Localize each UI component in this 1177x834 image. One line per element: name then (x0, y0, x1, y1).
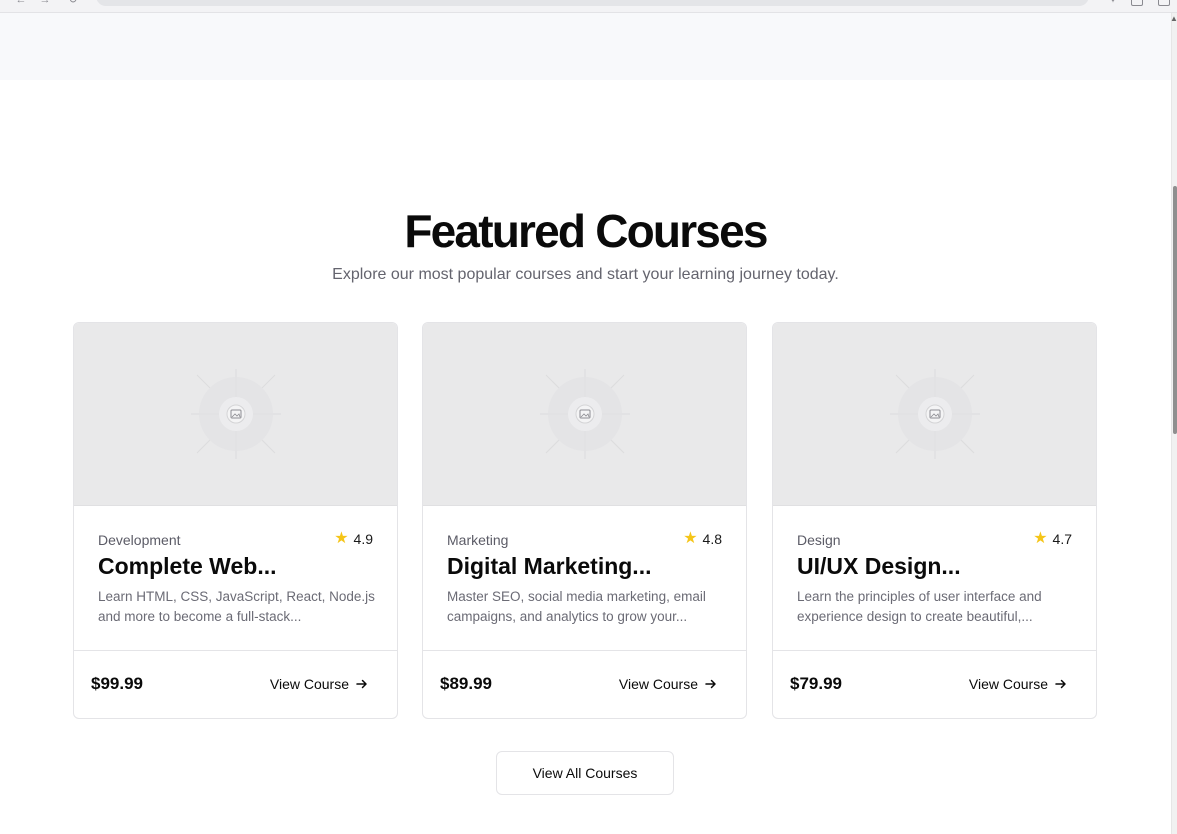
view-course-button[interactable]: View Course (270, 676, 369, 692)
previous-section-band (0, 13, 1171, 80)
course-description: Learn the principles of user interface a… (797, 589, 1042, 624)
course-thumbnail (773, 323, 1096, 506)
section-title: Featured Courses (404, 205, 768, 257)
reload-icon[interactable]: ↻ (66, 0, 80, 6)
view-course-button[interactable]: View Course (619, 676, 718, 692)
arrow-right-icon (705, 679, 716, 689)
view-course-label: View Course (269, 676, 349, 692)
scrollbar[interactable] (1171, 13, 1177, 834)
address-bar[interactable] (96, 0, 1089, 6)
course-thumbnail (74, 323, 397, 506)
course-price: $89.99 (440, 674, 492, 693)
arrow-right-icon (1055, 679, 1066, 689)
view-course-button[interactable]: View Course (969, 676, 1068, 692)
image-placeholder-icon (191, 369, 281, 459)
view-course-label: View Course (968, 676, 1048, 692)
card-divider (74, 650, 397, 651)
course-price: $99.99 (91, 674, 143, 693)
image-placeholder-icon (890, 369, 980, 459)
star-icon: ★ (334, 530, 349, 547)
course-title[interactable]: UI/UX Design... (797, 553, 1077, 580)
course-description: Master SEO, social media marketing, emai… (447, 589, 706, 624)
arrow-right-icon (356, 679, 367, 689)
star-icon: ★ (1033, 530, 1048, 547)
rating-value: 4.8 (702, 531, 722, 547)
course-category: Development (98, 532, 181, 548)
extension-icon[interactable]: ✦ (1106, 0, 1120, 6)
course-card[interactable]: Marketing ★ 4.8 Digital Marketing... Mast… (422, 322, 747, 719)
course-title[interactable]: Complete Web... (98, 553, 378, 580)
scroll-up-icon[interactable]: ▲ (1170, 15, 1177, 23)
course-title[interactable]: Digital Marketing... (447, 553, 727, 580)
sidebar-icon[interactable] (1131, 0, 1143, 6)
image-placeholder-icon (540, 369, 630, 459)
course-category: Marketing (447, 532, 509, 548)
fullscreen-icon[interactable] (1158, 0, 1170, 6)
card-divider (773, 650, 1096, 651)
rating-value: 4.7 (1052, 531, 1072, 547)
course-rating: ★ 4.8 (683, 530, 722, 548)
star-icon: ★ (683, 530, 698, 547)
course-rating: ★ 4.7 (1033, 530, 1072, 548)
course-rating: ★ 4.9 (334, 530, 373, 548)
back-arrow-icon[interactable]: ← (14, 0, 28, 6)
view-course-label: View Course (618, 676, 698, 692)
course-price: $79.99 (790, 674, 842, 693)
view-all-courses-button[interactable]: View All Courses (496, 751, 674, 795)
course-thumbnail (423, 323, 746, 506)
course-description: Learn HTML, CSS, JavaScript, React, Node… (98, 589, 375, 624)
forward-arrow-icon[interactable]: → (38, 0, 52, 6)
browser-toolbar: ← → ↻ ✦ (0, 0, 1177, 13)
course-card[interactable]: Development ★ 4.9 Complete Web... Learn H… (73, 322, 398, 719)
section-subtitle: Explore our most popular courses and sta… (332, 266, 839, 283)
scrollbar-thumb[interactable] (1173, 186, 1177, 434)
card-divider (423, 650, 746, 651)
course-category: Design (797, 532, 841, 548)
course-card[interactable]: Design ★ 4.7 UI/UX Design... Learn the pr… (772, 322, 1097, 719)
rating-value: 4.9 (353, 531, 373, 547)
